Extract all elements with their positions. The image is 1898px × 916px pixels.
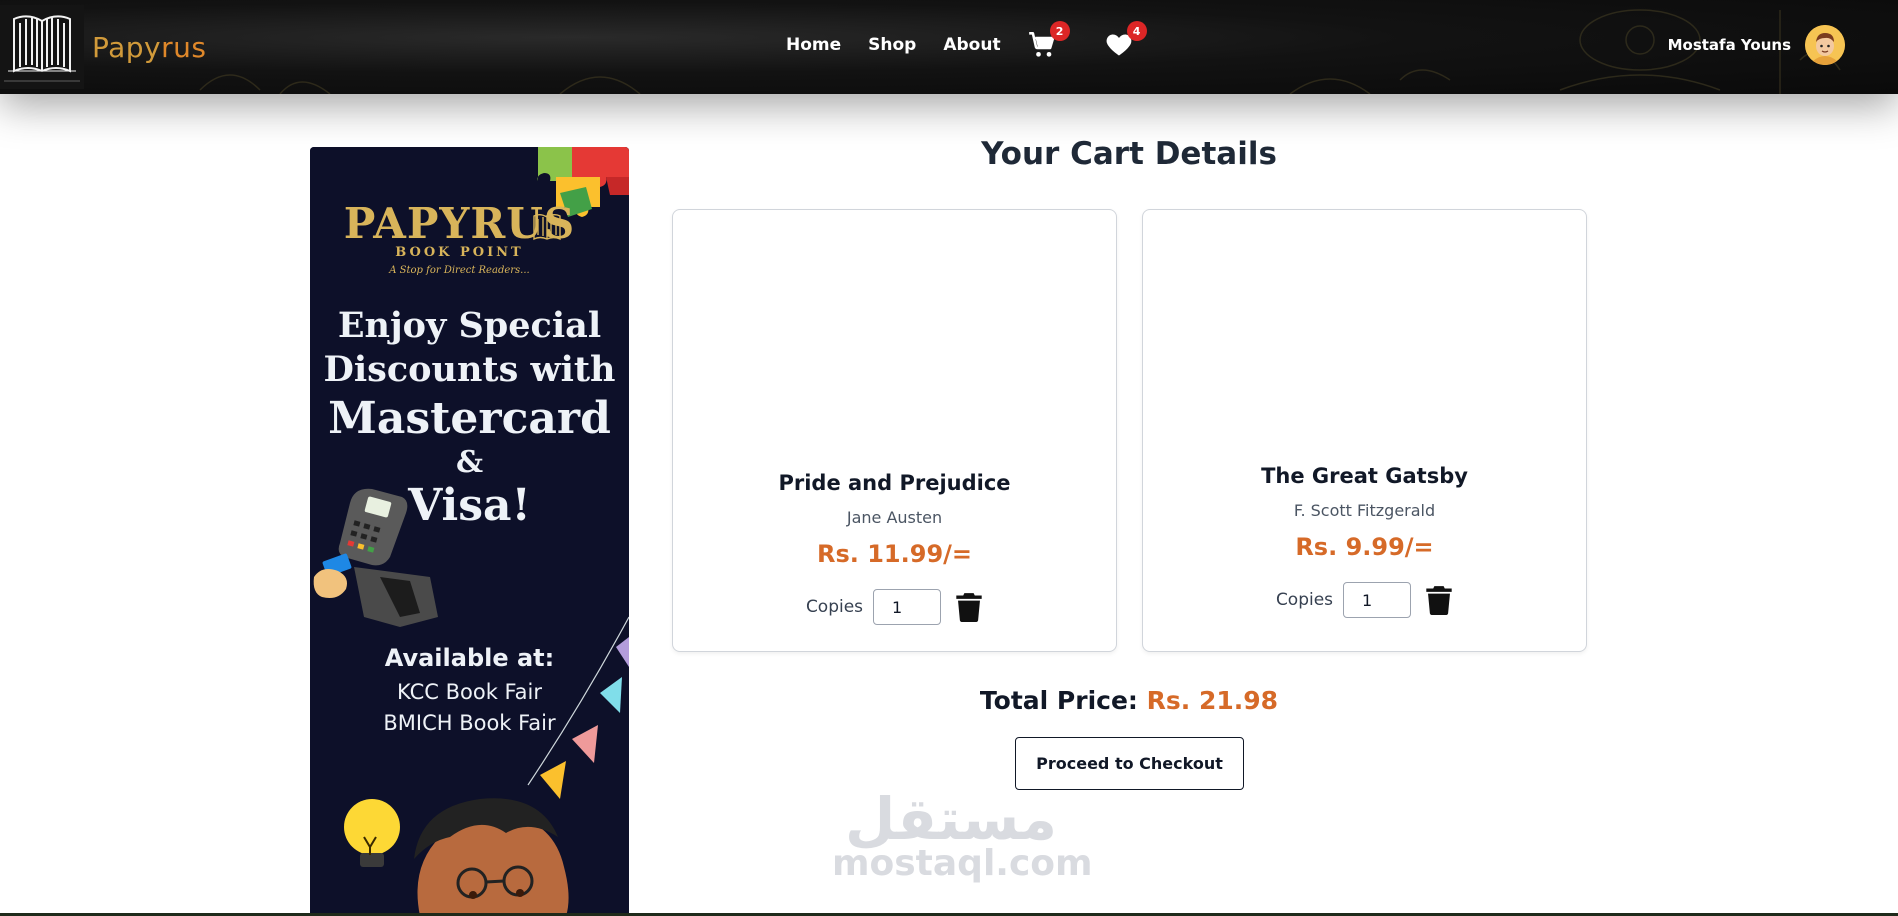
banner-headline-line: & — [455, 445, 484, 480]
banner-available-label: Available at: — [384, 644, 555, 672]
banner-brand: PAPYRUS — [343, 199, 576, 248]
book-price: Rs. 9.99/= — [1295, 533, 1434, 561]
user-name: Mostafa Youns — [1667, 36, 1791, 54]
book-author: F. Scott Fitzgerald — [1293, 501, 1436, 520]
total-value: Rs. 21.98 — [1146, 686, 1279, 715]
copies-row: Copies — [1143, 582, 1586, 618]
open-book-logo — [0, 5, 84, 89]
book-title[interactable]: The Great Gatsby — [1143, 464, 1586, 488]
watermark: مستقل mostaql.com — [832, 785, 1093, 884]
trash-icon[interactable] — [955, 592, 983, 622]
copies-label: Copies — [1275, 590, 1334, 610]
banner-headline-line: Mastercard — [328, 393, 611, 444]
copies-input[interactable] — [1343, 582, 1412, 618]
wishlist-count-badge: 4 — [1126, 21, 1147, 41]
copies-input[interactable] — [873, 589, 942, 625]
trash-icon[interactable] — [1425, 585, 1453, 615]
page: Papyrus Home Shop About 2 4 Mostafa Youn… — [0, 0, 1898, 916]
book-price: Rs. 11.99/= — [816, 540, 973, 568]
banner-tagline: A Stop for Direct Readers... — [389, 265, 530, 276]
total-label: Total Price: — [979, 686, 1138, 715]
brand-name-part1: Papy — [92, 30, 162, 64]
watermark-arabic: مستقل — [844, 785, 1058, 853]
brand[interactable]: Papyrus — [0, 0, 207, 94]
page-title: Your Cart Details — [981, 136, 1277, 172]
nav-links: Home Shop About 2 4 — [786, 0, 1147, 90]
nav-about-link[interactable]: About — [943, 35, 1000, 55]
promo-banner[interactable]: PAPYRUS BOOK POINT A Stop for Direct Rea… — [310, 147, 629, 916]
watermark-latin: mostaql.com — [832, 843, 1093, 884]
banner-headline-line: Enjoy Special — [337, 305, 602, 346]
user-menu[interactable]: Mostafa Youns — [1668, 25, 1845, 65]
total-price: Total Price: Rs. 21.98 — [672, 686, 1586, 715]
copies-row: Copies — [673, 589, 1116, 625]
navbar: Papyrus Home Shop About 2 4 Mostafa Youn… — [0, 0, 1898, 94]
copies-label: Copies — [805, 597, 864, 617]
cart-button[interactable]: 2 — [1028, 21, 1070, 59]
avatar[interactable] — [1805, 25, 1845, 65]
cart-count-badge: 2 — [1049, 21, 1070, 41]
nav-home-link[interactable]: Home — [786, 35, 841, 55]
brand-name-part2: rus — [161, 30, 207, 64]
nav-shop-link[interactable]: Shop — [868, 35, 916, 55]
cart-item-card: The Great Gatsby F. Scott Fitzgerald Rs.… — [1142, 209, 1587, 652]
banner-headline-line: Visa! — [408, 480, 531, 531]
brand-name: Papyrus — [92, 31, 207, 64]
proceed-to-checkout-button[interactable]: Proceed to Checkout — [1015, 737, 1244, 790]
banner-location: BMICH Book Fair — [383, 711, 556, 735]
banner-location: KCC Book Fair — [396, 680, 543, 704]
banner-illustration — [310, 147, 629, 916]
wishlist-button[interactable]: 4 — [1105, 21, 1147, 59]
banner-subtitle: BOOK POINT — [395, 245, 524, 260]
banner-headline-line: Discounts with — [323, 349, 616, 390]
book-author: Jane Austen — [846, 508, 943, 527]
cart-item-card: Pride and Prejudice Jane Austen Rs. 11.9… — [672, 209, 1117, 652]
book-title[interactable]: Pride and Prejudice — [673, 471, 1116, 495]
